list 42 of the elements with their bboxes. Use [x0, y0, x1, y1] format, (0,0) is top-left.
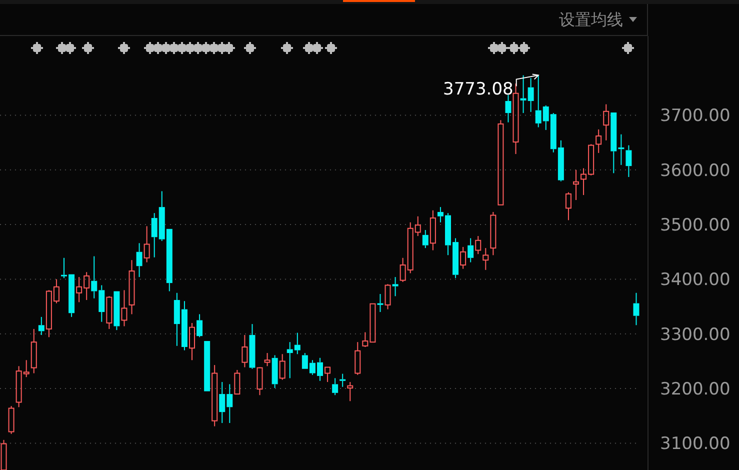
- axis-label: 3400.00: [660, 270, 730, 290]
- candlestick: [128, 260, 135, 315]
- candlestick: [633, 292, 640, 326]
- candlestick: [212, 364, 218, 427]
- candlestick: [573, 169, 579, 200]
- candlestick: [512, 83, 519, 155]
- candlestick: [377, 293, 384, 313]
- candlestick: [196, 314, 203, 338]
- candlestick: [490, 211, 496, 256]
- candlestick: [347, 381, 354, 402]
- peak-price-label: 3773.08: [443, 79, 514, 100]
- candlestick: [340, 373, 346, 388]
- peak-arrow-icon: [516, 74, 540, 87]
- candlestick: [596, 128, 602, 154]
- candlestick: [272, 354, 278, 388]
- candlestick: [460, 246, 466, 270]
- candlestick: [392, 276, 398, 297]
- candlestick: [144, 226, 150, 263]
- candlestick: [475, 236, 482, 255]
- caret-icon: [629, 17, 637, 22]
- candlestick: [121, 290, 128, 327]
- candlestick: [430, 210, 436, 251]
- axis-label: 3300.00: [660, 324, 730, 345]
- candlestick: [505, 94, 512, 123]
- candlestick: [482, 248, 489, 270]
- candlestick: [136, 242, 142, 278]
- candlestick: [603, 104, 610, 141]
- tab-indicator: [343, 0, 415, 2]
- candlestick: [256, 367, 263, 396]
- axis-label: 3700.00: [660, 106, 730, 126]
- candlestick: [626, 144, 632, 178]
- candlestick: [468, 238, 474, 263]
- candlestick: [38, 316, 44, 336]
- axis-label: 3100.00: [660, 434, 730, 454]
- candlestick: [106, 296, 112, 330]
- candlestick: [249, 324, 256, 370]
- candlestick: [189, 322, 195, 361]
- axis-label: 3600.00: [660, 160, 730, 181]
- axis-label: 3200.00: [660, 380, 730, 400]
- axis-label: 3500.00: [660, 216, 730, 236]
- ma-setting-button[interactable]: 设置均线: [559, 12, 623, 28]
- candlestick: [422, 230, 428, 249]
